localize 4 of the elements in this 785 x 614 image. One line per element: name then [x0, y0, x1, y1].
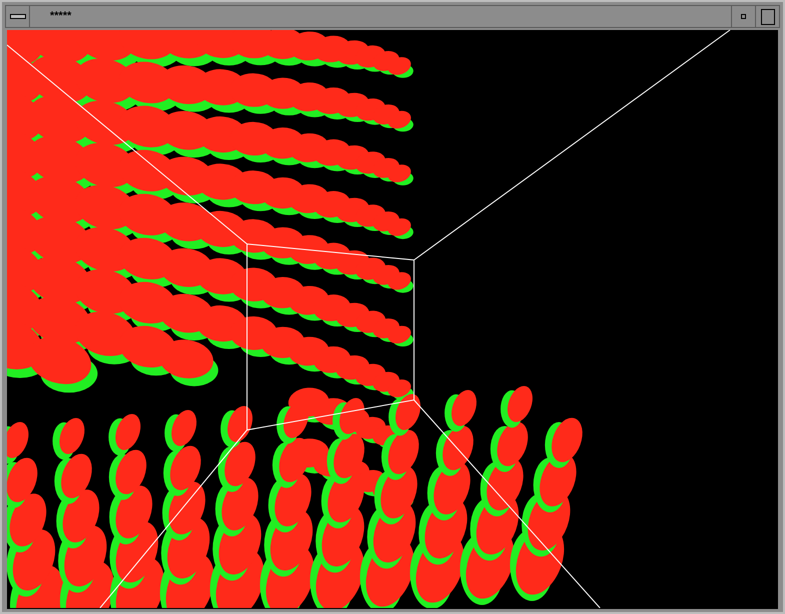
menu-bar-icon: [10, 14, 26, 19]
window-title: *****: [49, 9, 72, 24]
maximize-icon: [760, 8, 774, 24]
minimize-icon: [741, 14, 746, 19]
